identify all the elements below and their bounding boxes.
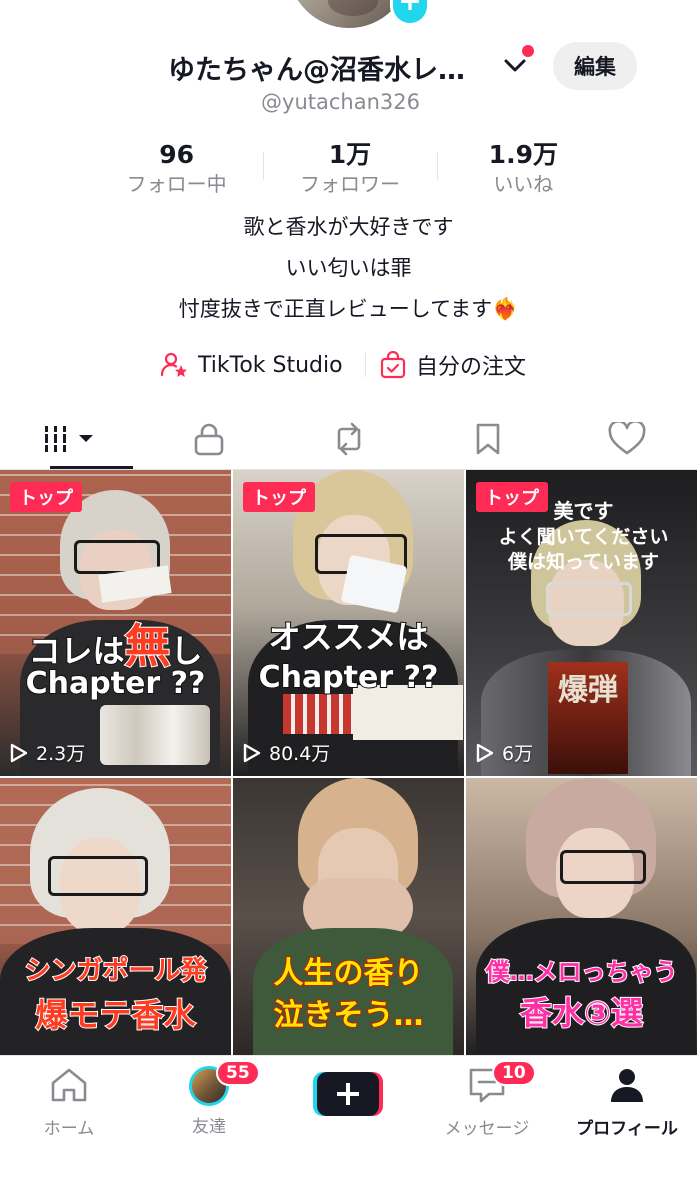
video-caption: 香水③選 [519, 993, 644, 1033]
nav-label: メッセージ [444, 1119, 530, 1139]
glasses [546, 582, 632, 616]
tiktok-studio-label: TikTok Studio [198, 352, 343, 378]
view-count-text: 6万 [502, 743, 534, 765]
plus-icon [313, 1072, 383, 1116]
handle: @yutachan326 [0, 90, 697, 114]
tiktok-studio-link[interactable]: TikTok Studio [160, 345, 343, 385]
profile-links: TikTok Studio 自分の注文 [0, 345, 697, 385]
stat-label: フォロワー [299, 172, 400, 196]
nav-profile[interactable]: プロフィール [562, 1066, 692, 1139]
stat-label: フォロー中 [126, 172, 227, 196]
overlay-text: 僕は知っています [507, 551, 660, 573]
display-name: ゆたちゃん@沼香水レ… [168, 55, 465, 86]
bottom-nav: ホーム 友達 55 メッセージ 10 プロフィール [0, 1055, 697, 1200]
video-caption: 僕…メロっちゃう [485, 957, 679, 987]
stat-value: 96 [159, 140, 195, 169]
bio-line: 忖度抜きで正直レビューしてます❤️‍🔥 [178, 297, 519, 321]
caption-text: し [169, 631, 203, 671]
nav-messages[interactable]: メッセージ 10 [422, 1060, 552, 1139]
my-orders-link[interactable]: 自分の注文 [380, 345, 526, 385]
top-badge: トップ [243, 482, 315, 512]
view-count: 2.3万 [10, 739, 85, 766]
video-thumbnail[interactable]: 人生の香り 泣きそう… [233, 778, 464, 1055]
profile-name-row: ゆたちゃん@沼香水レ… 編集 [0, 42, 697, 90]
video-caption: Chapter ?? [25, 665, 207, 702]
home-icon [51, 1068, 87, 1102]
nav-label: 友達 [192, 1117, 226, 1137]
glasses [48, 856, 148, 896]
view-count-text: 80.4万 [269, 743, 331, 765]
red-vials [283, 694, 353, 734]
divider [365, 353, 366, 377]
messages-badge: 10 [492, 1060, 536, 1086]
play-icon [476, 743, 494, 762]
nav-label: プロフィール [576, 1119, 678, 1139]
video-thumbnail[interactable]: トップ コレは無し Chapter ?? 2.3万 [0, 470, 231, 776]
friends-badge: 55 [216, 1060, 260, 1086]
caption-emphasis: 無 [124, 618, 172, 674]
overlay-text: よく聞いてください [498, 526, 669, 548]
stat-following[interactable]: 96 フォロー中 [90, 140, 263, 200]
poster-title: 爆弾 [558, 673, 618, 708]
stat-value: 1.9万 [488, 140, 558, 169]
top-badge: トップ [476, 482, 548, 512]
tab-private[interactable] [139, 408, 278, 469]
profile-stats: 96 フォロー中 1万 フォロワー 1.9万 いいね [90, 140, 610, 200]
video-grid: トップ コレは無し Chapter ?? 2.3万 トップ オススメは Chap… [0, 470, 697, 1055]
lock-icon [194, 423, 224, 455]
view-count: 80.4万 [243, 739, 330, 766]
handle-text: @yutachan326 [261, 90, 420, 114]
person-star-icon [160, 352, 187, 377]
play-icon [10, 743, 28, 762]
create-button[interactable] [313, 1070, 383, 1118]
bio: 歌と香水が大好きです いい匂いは罪 忖度抜きで正直レビューしてます❤️‍🔥 [0, 210, 697, 333]
play-icon [243, 743, 261, 762]
video-caption: 泣きそう… [273, 997, 425, 1034]
tab-reposts[interactable] [279, 408, 418, 469]
stat-likes[interactable]: 1.9万 いいね [436, 140, 610, 200]
profile-icon [611, 1069, 643, 1102]
video-caption: オススメは [267, 617, 429, 657]
tab-liked[interactable] [558, 408, 697, 469]
bio-line: 歌と香水が大好きです [243, 215, 454, 239]
tab-videos[interactable] [0, 408, 139, 469]
top-badge: トップ [10, 482, 82, 512]
stat-value: 1万 [328, 140, 372, 169]
video-caption: Chapter ?? [258, 659, 440, 696]
videos-grid-icon [44, 425, 93, 452]
video-thumbnail[interactable]: シンガポール発 爆モテ香水 [0, 778, 231, 1055]
stat-followers[interactable]: 1万 フォロワー [263, 140, 436, 200]
notification-dot [522, 45, 534, 57]
shopping-bag-icon [380, 351, 406, 379]
nav-home[interactable]: ホーム [4, 1066, 134, 1139]
video-caption: 人生の香り [273, 955, 425, 992]
repost-icon [337, 422, 360, 455]
my-orders-label: 自分の注文 [416, 355, 527, 380]
view-count-text: 2.3万 [36, 743, 86, 765]
bio-line: いい匂いは罪 [285, 256, 412, 280]
glasses [560, 850, 646, 884]
bookmark-icon [476, 423, 500, 454]
nav-friends[interactable]: 友達 55 [144, 1060, 274, 1137]
video-thumbnail[interactable]: 僕…メロっちゃう 香水③選 [466, 778, 697, 1055]
tab-favorites[interactable] [418, 408, 557, 469]
video-caption: 爆モテ香水 [34, 995, 196, 1035]
profile-tabs [0, 408, 697, 470]
video-thumbnail[interactable]: トップ オススメは Chapter ?? 80.4万 [233, 470, 464, 776]
chevron-down-icon[interactable] [502, 56, 528, 76]
nav-label: ホーム [43, 1119, 95, 1139]
stat-label: いいね [493, 172, 554, 196]
caption-text: コレは [27, 631, 125, 671]
video-caption: シンガポール発 [23, 955, 207, 987]
perfume-bottles [100, 705, 210, 765]
video-thumbnail[interactable]: 爆弾 美です よく聞いてください 僕は知っています トップ 6万 [466, 470, 697, 776]
view-count: 6万 [476, 739, 533, 766]
edit-profile-button[interactable]: 編集 [553, 42, 637, 90]
heart-icon [608, 421, 646, 454]
